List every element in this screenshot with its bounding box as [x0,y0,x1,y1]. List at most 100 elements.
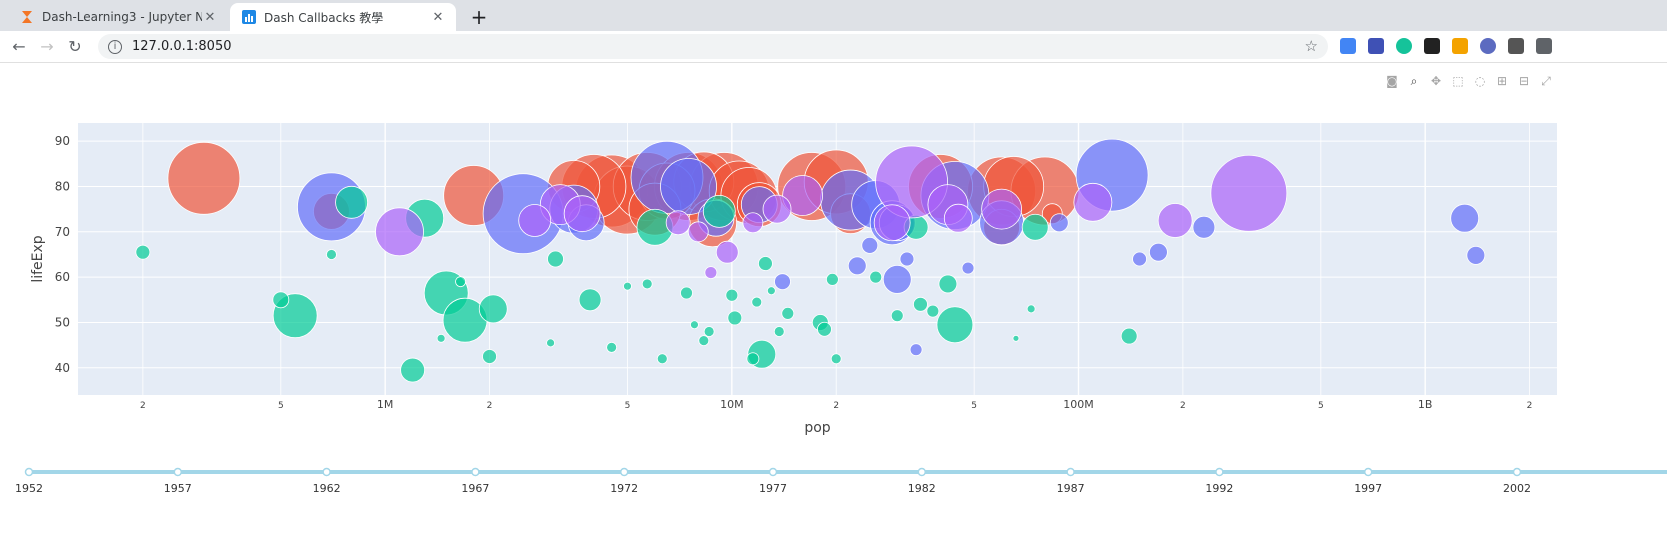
data-bubble-africa [825,272,839,286]
close-tab-icon[interactable]: ✕ [430,10,446,25]
slider-mark-label: 2002 [1503,482,1531,495]
data-bubble-europe [688,198,737,248]
data-bubble-africa [478,294,508,324]
back-icon[interactable]: ← [9,37,29,56]
data-bubble-asia [920,161,990,230]
new-tab-button[interactable]: + [467,5,491,29]
data-bubble-americas [563,195,601,233]
data-bubble-americas [518,204,552,237]
data-bubble-europe [167,141,241,215]
data-bubble-asia [1450,203,1480,233]
x-tick-label: 2 [1180,401,1186,411]
data-bubble-asia [1466,245,1486,265]
x-tick-label: 5 [971,401,977,411]
data-bubble-africa [546,338,555,348]
tab-jupyter[interactable]: Dash-Learning3 - Jupyter Notebook ✕ [8,3,228,31]
x-tick-label: 100M [1063,398,1094,411]
y-tick-labels: 40 50 60 70 80 90 [55,134,70,375]
data-bubble-africa [830,353,842,365]
slider-dot [1363,467,1373,477]
zoom-out-icon[interactable]: ⊟ [1517,74,1531,88]
data-bubble-africa [1012,334,1020,342]
y-tick-label: 70 [55,225,70,239]
data-bubble-africa [817,321,832,337]
data-bubble-africa [636,208,674,246]
data-bubble-americas [742,212,764,234]
data-bubble-africa [758,256,773,271]
data-bubble-africa [135,244,151,260]
data-bubble-africa [405,198,445,238]
forward-icon[interactable]: → [37,37,57,56]
data-bubble-africa [1120,327,1138,345]
data-bubble-europe [1010,156,1080,226]
data-bubble-americas [873,204,911,242]
data-bubble-asia [297,172,366,242]
tab-dash[interactable]: Dash Callbacks 教學 ✕ [230,3,456,31]
slider-mark-label: 1952 [15,482,43,495]
zoom-in-icon[interactable]: ⊞ [1495,74,1509,88]
data-bubble-africa [903,214,929,240]
grammarly-extension-icon[interactable] [1396,38,1412,54]
pan-icon[interactable]: ✥ [1429,74,1443,88]
data-bubble-americas [927,184,969,226]
lasso-select-icon[interactable]: ◌ [1473,74,1487,88]
data-bubble-europe [967,156,1037,226]
data-bubble-europe [777,152,847,221]
data-bubble-americas [762,194,792,224]
data-bubble-africa [869,270,883,284]
reload-icon[interactable]: ↻ [65,37,85,56]
browser-toolbar: ← → ↻ i 127.0.0.1:8050 ☆ [0,31,1667,63]
x-tick-label: 2 [1527,401,1533,411]
x-tick-labels: 2 5 1M 2 5 10M 2 5 100M 2 5 1B 2 [140,398,1532,411]
data-bubble-africa [811,314,829,331]
close-tab-icon[interactable]: ✕ [202,10,218,25]
slider-mark-label: 1992 [1205,482,1233,495]
data-bubble-africa [690,320,699,330]
data-bubble-africa [423,270,469,316]
x-tick-label: 1M [377,398,394,411]
x-tick-label: 2 [487,401,493,411]
data-bubble-africa [436,333,446,343]
data-bubble-africa [578,288,602,312]
data-bubble-asia [961,261,975,275]
tab-title: Dash-Learning3 - Jupyter Notebook [42,10,202,24]
video-extension-icon[interactable] [1508,38,1524,54]
puzzle-extension-icon[interactable] [1536,38,1552,54]
info-icon[interactable]: i [108,39,122,54]
data-bubble-africa [751,296,763,308]
picker-extension-icon[interactable] [1452,38,1468,54]
data-bubble-africa [680,286,693,300]
x-tick-label: 5 [1318,401,1324,411]
slider-mark-label: 1967 [461,482,489,495]
slider-mark-label: 1957 [164,482,192,495]
autoscale-icon[interactable]: ⤢ [1539,74,1553,88]
data-bubble-africa [623,281,632,291]
camera-icon[interactable]: ◙ [1385,74,1399,88]
data-bubble-africa [913,296,928,312]
zoom-icon[interactable]: ⌕ [1407,74,1421,88]
xpath-extension-icon[interactable] [1424,38,1440,54]
data-bubble-asia [740,186,778,224]
data-bubble-europe [313,192,350,230]
data-bubble-africa [938,274,958,294]
box-select-icon[interactable]: ⬚ [1451,74,1465,88]
plot-modebar: ◙ ⌕ ✥ ⬚ ◌ ⊞ ⊟ ⤢ [1385,74,1561,88]
data-bubble-asia [820,169,881,231]
slider-dot [619,467,629,477]
data-bubble-asia [979,200,1025,246]
translate-extension-icon[interactable] [1340,38,1356,54]
data-bubble-africa [482,349,497,364]
data-bubble-africa [1021,213,1049,241]
data-bubble-asia [549,184,599,234]
data-bubble-africa [641,278,653,290]
url-text[interactable]: 127.0.0.1:8050 [132,39,232,54]
data-bubble-americas [943,203,973,233]
x-axis-label: pop [804,420,830,436]
data-bubble-europe [983,208,1021,246]
address-bar[interactable]: i 127.0.0.1:8050 ☆ [98,34,1328,59]
layers-extension-icon[interactable] [1368,38,1384,54]
data-bubble-asia [861,236,879,254]
tracker-extension-icon[interactable] [1480,38,1496,54]
bookmark-star-icon[interactable]: ☆ [1305,37,1318,55]
slider-dot [1215,467,1224,477]
